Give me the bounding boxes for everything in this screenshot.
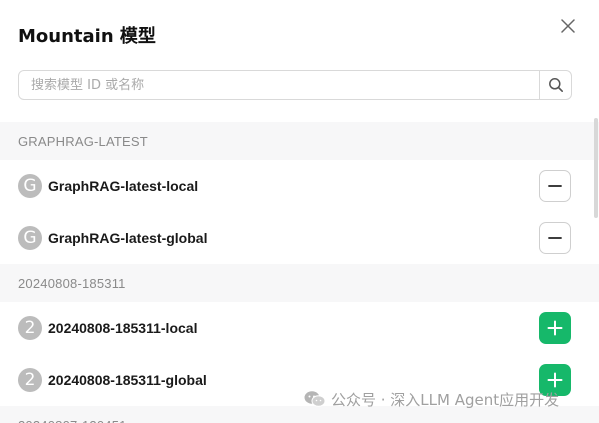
search-button[interactable] <box>539 71 571 99</box>
model-name: GraphRAG-latest-local <box>48 178 199 194</box>
model-name: 20240808-185311-global <box>48 372 207 388</box>
model-name: GraphRAG-latest-global <box>48 230 208 246</box>
watermark-text: 公众号 · 深入LLM Agent应用开发 <box>331 390 560 409</box>
close-button[interactable] <box>558 16 578 36</box>
model-avatar: G <box>18 226 42 250</box>
search-input[interactable] <box>19 71 539 99</box>
search-box <box>18 70 572 100</box>
remove-model-button[interactable] <box>539 222 571 254</box>
close-icon <box>561 19 575 33</box>
watermark: 公众号 · 深入LLM Agent应用开发 <box>304 388 559 410</box>
group-header: GRAPHRAG-LATEST <box>0 122 599 160</box>
add-model-button[interactable] <box>539 312 571 344</box>
plus-icon <box>547 320 563 336</box>
model-row: G GraphRAG-latest-local <box>0 160 599 212</box>
plus-icon <box>547 372 563 388</box>
wechat-icon <box>304 391 326 407</box>
search-icon <box>548 78 563 92</box>
remove-model-button[interactable] <box>539 170 571 202</box>
minus-icon <box>548 237 562 239</box>
dialog-title: Mountain 模型 <box>18 26 156 47</box>
model-name: 20240808-185311-local <box>48 320 198 336</box>
scrollbar-thumb[interactable] <box>594 118 598 218</box>
model-avatar: 2 <box>18 316 42 340</box>
model-avatar: 2 <box>18 368 42 392</box>
group-header: 20240808-185311 <box>0 264 599 302</box>
model-avatar: G <box>18 174 42 198</box>
model-row: 2 20240808-185311-local <box>0 302 599 354</box>
minus-icon <box>548 185 562 187</box>
models-dialog: Mountain 模型 GRAPHRAG-LATEST G GraphRAG-l… <box>0 0 599 423</box>
model-list: GRAPHRAG-LATEST G GraphRAG-latest-local … <box>0 122 599 423</box>
model-row: G GraphRAG-latest-global <box>0 212 599 264</box>
